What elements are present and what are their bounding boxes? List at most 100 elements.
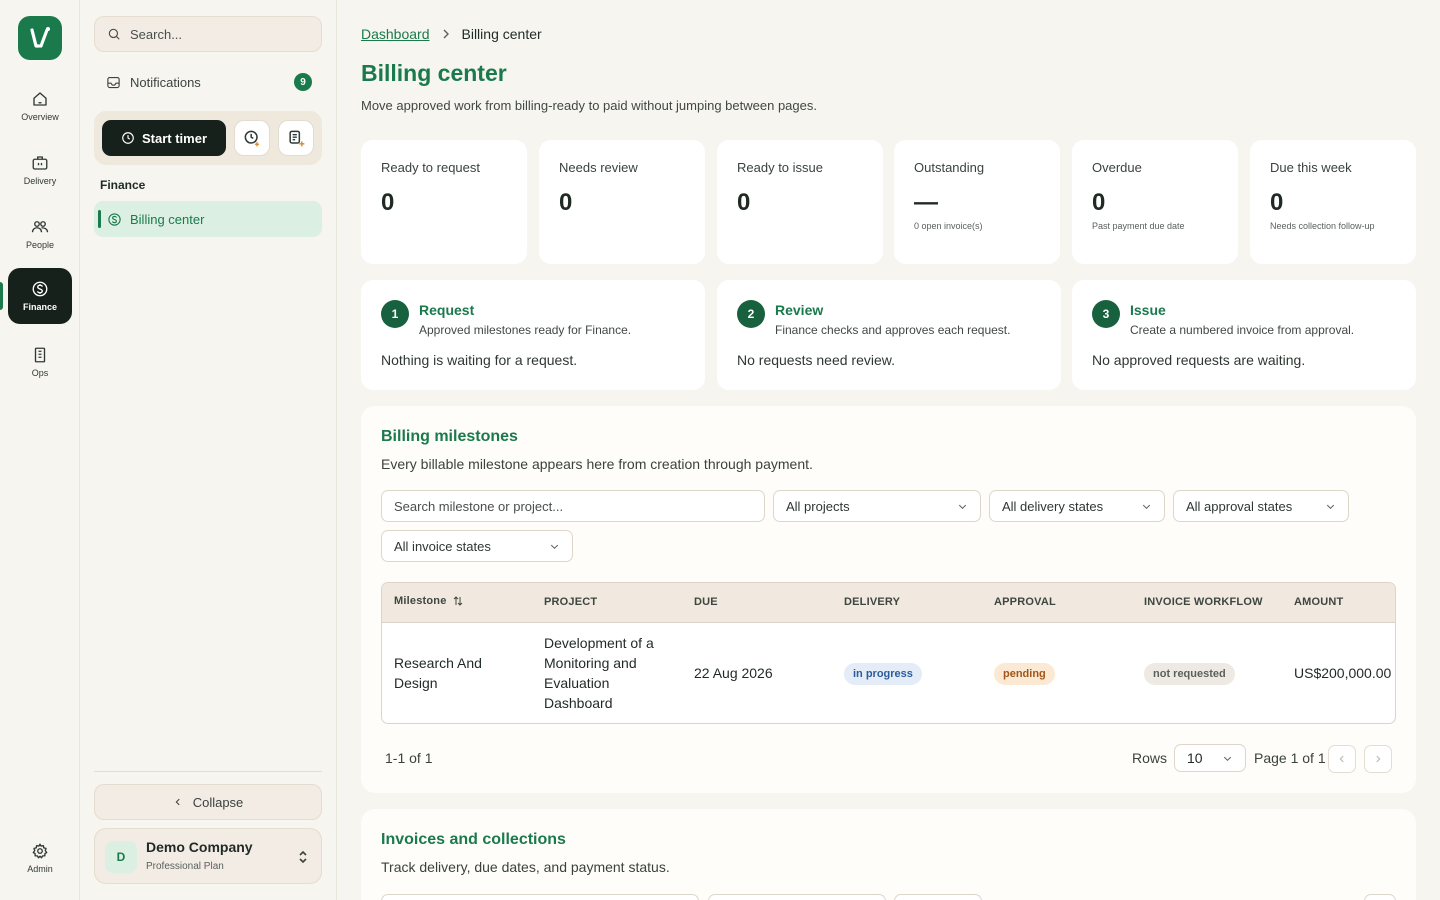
- notifications-count-badge: 9: [294, 73, 312, 91]
- rail-item-label: Finance: [22, 302, 57, 312]
- column-header-delivery: DELIVERY: [844, 596, 901, 608]
- column-header-milestone[interactable]: Milestone: [394, 595, 464, 607]
- approval-filter-select[interactable]: All approval states: [1173, 490, 1349, 522]
- page-indicator: Page 1 of 1: [1254, 750, 1326, 766]
- page-title: Billing center: [361, 60, 507, 86]
- stat-value: 0: [1092, 189, 1106, 216]
- breadcrumb-current: Billing center: [461, 26, 542, 42]
- invoice-action-button[interactable]: [1364, 894, 1396, 900]
- select-value: All invoice states: [394, 538, 491, 554]
- add-expense-button[interactable]: [278, 120, 314, 156]
- clock-plus-icon: [244, 130, 260, 147]
- project-filter-select[interactable]: All projects: [773, 490, 981, 522]
- briefcase-icon: [32, 156, 48, 170]
- rail-item-admin[interactable]: Admin: [8, 830, 72, 886]
- step-empty-message: Nothing is waiting for a request.: [381, 352, 578, 368]
- step-description: Approved milestones ready for Finance.: [419, 323, 632, 337]
- start-timer-button[interactable]: Start timer: [102, 120, 226, 156]
- notifications-link[interactable]: Notifications 9: [106, 70, 312, 94]
- column-header-approval: APPROVAL: [994, 596, 1056, 608]
- company-name: Demo Company: [146, 839, 253, 855]
- rail-item-label: People: [25, 240, 55, 250]
- rail-item-overview[interactable]: Overview: [8, 78, 72, 134]
- rows-per-page-select[interactable]: 10: [1174, 744, 1246, 772]
- panel-title: Invoices and collections: [381, 831, 566, 848]
- invoice-filter-select[interactable]: All invoice states: [381, 530, 573, 562]
- company-switcher[interactable]: D Demo Company Professional Plan: [94, 828, 322, 884]
- workflow-step-review: 2 Review Finance checks and approves eac…: [717, 280, 1061, 390]
- stat-value: 0: [381, 189, 395, 216]
- milestone-search-input[interactable]: Search milestone or project...: [381, 490, 765, 522]
- rail-item-finance[interactable]: Finance: [8, 268, 72, 324]
- inbox-icon: [107, 76, 120, 88]
- cell-due: 22 Aug 2026: [694, 665, 773, 681]
- chevron-left-icon: [1339, 755, 1344, 763]
- company-avatar: D: [105, 841, 137, 873]
- timer-toolbar: Start timer: [94, 111, 322, 165]
- collapse-sidebar-button[interactable]: Collapse: [94, 784, 322, 820]
- workflow-step-issue: 3 Issue Create a numbered invoice from a…: [1072, 280, 1416, 390]
- chevron-up-down-icon: [299, 850, 307, 864]
- stat-note: Past payment due date: [1092, 221, 1185, 231]
- stat-card-overdue: Overdue 0 Past payment due date: [1072, 140, 1238, 264]
- delivery-status-badge: in progress: [844, 663, 922, 685]
- delivery-filter-select[interactable]: All delivery states: [989, 490, 1165, 522]
- sidebar-item-billing-center[interactable]: Billing center: [94, 201, 322, 237]
- document-plus-icon: [289, 130, 305, 147]
- rail-item-people[interactable]: People: [8, 206, 72, 262]
- chevron-down-icon: [958, 504, 967, 509]
- invoice-filter-select[interactable]: [894, 894, 982, 900]
- stat-note: Needs collection follow-up: [1270, 221, 1375, 231]
- cell-amount: US$200,000.00: [1294, 665, 1392, 681]
- stat-card-due-this-week: Due this week 0 Needs collection follow-…: [1250, 140, 1416, 264]
- collapse-label: Collapse: [192, 794, 244, 810]
- rail-item-ops[interactable]: Ops: [8, 334, 72, 390]
- next-page-button[interactable]: [1364, 745, 1392, 773]
- invoice-status-badge: not requested: [1144, 663, 1235, 685]
- main-content: Dashboard Billing center Billing center …: [338, 0, 1440, 900]
- company-plan: Professional Plan: [146, 861, 224, 872]
- chevron-right-icon: [443, 29, 449, 39]
- sidebar-search-input[interactable]: Search...: [94, 16, 322, 52]
- table-header: Milestone PROJECT DUE DELIVERY APPROVAL …: [382, 583, 1395, 623]
- panel-title: Billing milestones: [381, 428, 518, 445]
- cell-project: Development of a Monitoring and Evaluati…: [544, 633, 654, 713]
- workflow-step-request: 1 Request Approved milestones ready for …: [361, 280, 705, 390]
- stat-value: 0: [737, 189, 751, 216]
- stat-label: Needs review: [559, 160, 638, 175]
- search-placeholder: Search milestone or project...: [394, 498, 564, 514]
- stat-value: 0: [559, 189, 573, 216]
- stat-note: 0 open invoice(s): [914, 221, 983, 231]
- breadcrumb-link-dashboard[interactable]: Dashboard: [361, 26, 430, 42]
- stat-card-needs-review: Needs review 0: [539, 140, 705, 264]
- stat-card-ready-to-issue: Ready to issue 0: [717, 140, 883, 264]
- step-number: 1: [381, 300, 409, 328]
- panel-subtitle: Every billable milestone appears here fr…: [381, 456, 813, 472]
- cell-text: Development of a: [544, 635, 654, 651]
- building-icon: [34, 347, 46, 363]
- cell-milestone: Research And Design: [394, 653, 482, 693]
- invoice-filter-select[interactable]: [708, 894, 886, 900]
- page-subtitle: Move approved work from billing-ready to…: [361, 98, 817, 113]
- chevron-left-icon: [175, 798, 180, 806]
- invoice-search-input[interactable]: [381, 894, 699, 900]
- step-description: Create a numbered invoice from approval.: [1130, 323, 1355, 337]
- cell-text: Monitoring and: [544, 655, 637, 671]
- panel-subtitle: Track delivery, due dates, and payment s…: [381, 859, 670, 875]
- select-value: All projects: [786, 498, 850, 514]
- start-timer-label: Start timer: [141, 130, 208, 146]
- pagination-range: 1-1 of 1: [385, 750, 433, 766]
- rail-item-delivery[interactable]: Delivery: [8, 142, 72, 198]
- app-rail: Overview Delivery People Finance Ops Adm…: [0, 0, 80, 900]
- app-logo[interactable]: [18, 16, 62, 60]
- previous-page-button[interactable]: [1328, 745, 1356, 773]
- chevron-down-icon: [1326, 504, 1335, 509]
- stat-label: Outstanding: [914, 160, 985, 175]
- stat-value: 0: [1270, 189, 1284, 216]
- column-label: Milestone: [394, 595, 447, 607]
- select-value: 10: [1187, 750, 1203, 766]
- step-title: Issue: [1130, 302, 1166, 318]
- add-time-entry-button[interactable]: [234, 120, 270, 156]
- stat-label: Overdue: [1092, 160, 1142, 175]
- gear-icon: [32, 843, 48, 859]
